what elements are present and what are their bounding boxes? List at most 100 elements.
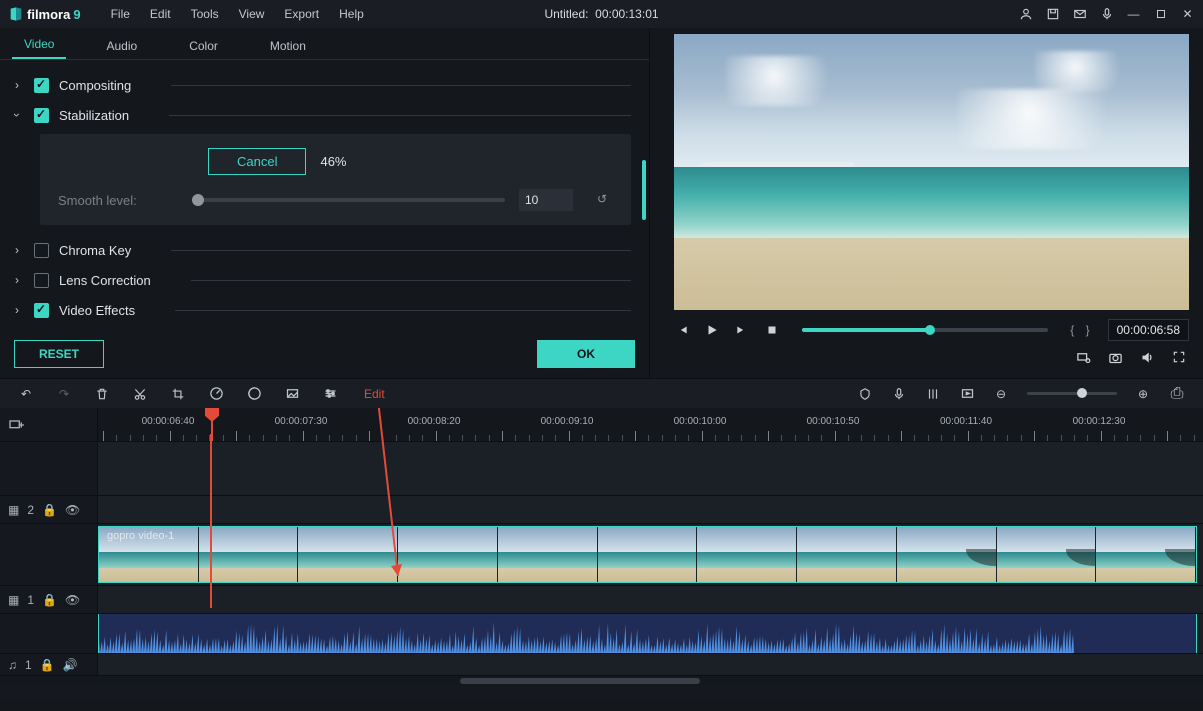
preview-progress[interactable] [802,328,1048,332]
green-screen-icon[interactable] [284,386,300,402]
zoom-in-icon[interactable]: ⊕ [1135,386,1151,402]
ruler-label: 00:00:07:30 [275,416,328,427]
chevron-right-icon[interactable]: › [10,243,24,257]
volume-icon[interactable] [1139,349,1155,365]
checkbox-compositing[interactable] [34,78,49,93]
menu-edit[interactable]: Edit [142,3,179,25]
zoom-slider[interactable] [1027,392,1117,395]
fullscreen-icon[interactable] [1171,349,1187,365]
ruler-label: 00:00:09:10 [541,416,594,427]
track-2-head[interactable]: ▦2 🔒 👁 [0,496,98,523]
zoom-fit-icon[interactable]: ⎙ [1169,386,1185,402]
ruler-label: 00:00:10:00 [674,416,727,427]
close-icon[interactable]: ✕ [1180,7,1195,22]
checkbox-chroma[interactable] [34,243,49,258]
smooth-slider[interactable] [192,198,505,202]
video-clip[interactable]: gopro video-1 [98,526,1197,583]
play-icon[interactable] [704,322,720,338]
smooth-level-label: Smooth level: [58,193,178,208]
ok-button[interactable]: OK [537,340,635,368]
label-chroma: Chroma Key [59,243,131,258]
stop-icon[interactable] [764,322,780,338]
maximize-icon[interactable] [1153,7,1168,22]
playhead[interactable] [211,410,213,441]
chevron-down-icon[interactable]: › [10,108,24,122]
preview-timecode: 00:00:06:58 [1108,319,1189,341]
menu-help[interactable]: Help [331,3,372,25]
menu-tools[interactable]: Tools [183,3,227,25]
menu-view[interactable]: View [231,3,273,25]
label-lens: Lens Correction [59,273,151,288]
time-ruler[interactable]: 00:00:06:40 00:00:07:30 00:00:08:20 00:00:0… [98,408,1203,441]
lock-icon[interactable]: 🔒 [42,593,57,607]
undo-icon[interactable]: ↶ [18,386,34,402]
label-stabilization: Stabilization [59,108,129,123]
chevron-right-icon[interactable]: › [10,303,24,317]
prev-frame-icon[interactable] [674,322,690,338]
app-name: filmora [27,7,70,22]
scrollbar-vertical[interactable] [642,160,646,220]
tab-color[interactable]: Color [177,33,230,59]
settings-panel: Video Audio Color Motion › Compositing ›… [0,28,650,378]
cut-icon[interactable] [132,386,148,402]
track-1-label: 1 [27,593,34,607]
track-2-label: 2 [27,503,34,517]
ruler-label: 00:00:06:40 [142,416,195,427]
minimize-icon[interactable]: — [1126,7,1141,22]
reset-button[interactable]: RESET [14,340,104,368]
mail-icon[interactable] [1072,7,1087,22]
marker-brackets[interactable]: { } [1070,323,1093,337]
edit-icon[interactable] [322,386,338,402]
checkbox-effects[interactable] [34,303,49,318]
ruler-label: 00:00:10:50 [807,416,860,427]
delete-icon[interactable] [94,386,110,402]
speed-icon[interactable] [208,386,224,402]
tab-motion[interactable]: Motion [258,33,318,59]
chevron-right-icon[interactable]: › [10,78,24,92]
smooth-value-input[interactable] [519,189,573,211]
checkbox-lens[interactable] [34,273,49,288]
track-music-head[interactable]: ♫1🔒🔊 [0,654,98,675]
ruler-label: 00:00:08:20 [408,416,461,427]
menu-export[interactable]: Export [276,3,327,25]
marker-icon[interactable] [857,386,873,402]
quality-icon[interactable] [1075,349,1091,365]
mixer-icon[interactable] [925,386,941,402]
color-icon[interactable] [246,386,262,402]
next-frame-icon[interactable] [734,322,750,338]
record-vo-icon[interactable] [891,386,907,402]
music-icon: ♫ [8,658,17,672]
label-compositing: Compositing [59,78,131,93]
add-track-icon[interactable] [0,408,98,441]
audio-clip[interactable] [98,614,1197,653]
crop-icon[interactable] [170,386,186,402]
app-logo: filmora9 [8,6,81,22]
tab-audio[interactable]: Audio [94,33,149,59]
menu-file[interactable]: File [103,3,138,25]
timeline: 00:00:06:40 00:00:07:30 00:00:08:20 00:00:0… [0,408,1203,698]
zoom-out-icon[interactable]: ⊖ [993,386,1009,402]
eye-icon[interactable]: 👁 [65,503,80,517]
lock-icon[interactable]: 🔒 [42,503,57,517]
account-icon[interactable] [1018,7,1033,22]
reset-smooth-icon[interactable]: ↺ [597,192,613,208]
eye-icon[interactable]: 👁 [65,593,80,607]
save-icon[interactable] [1045,7,1060,22]
app-version: 9 [73,7,80,22]
progress-percent: 46% [320,154,346,169]
mic-icon[interactable] [1099,7,1114,22]
project-title: Untitled: 00:00:13:01 [544,7,658,21]
lock-icon[interactable]: 🔒 [40,658,55,672]
redo-icon[interactable]: ↷ [56,386,72,402]
scrollbar-horizontal[interactable] [460,678,700,684]
preview-viewport[interactable] [674,34,1189,310]
checkbox-stabilization[interactable] [34,108,49,123]
chevron-right-icon[interactable]: › [10,273,24,287]
ruler-label: 00:00:11:40 [940,416,992,427]
snapshot-icon[interactable] [1107,349,1123,365]
tab-video[interactable]: Video [12,31,66,59]
volume-icon[interactable]: 🔊 [63,658,78,672]
track-1-head[interactable]: ▦1 🔒 👁 [0,586,98,613]
render-icon[interactable] [959,386,975,402]
cancel-button[interactable]: Cancel [208,148,306,175]
